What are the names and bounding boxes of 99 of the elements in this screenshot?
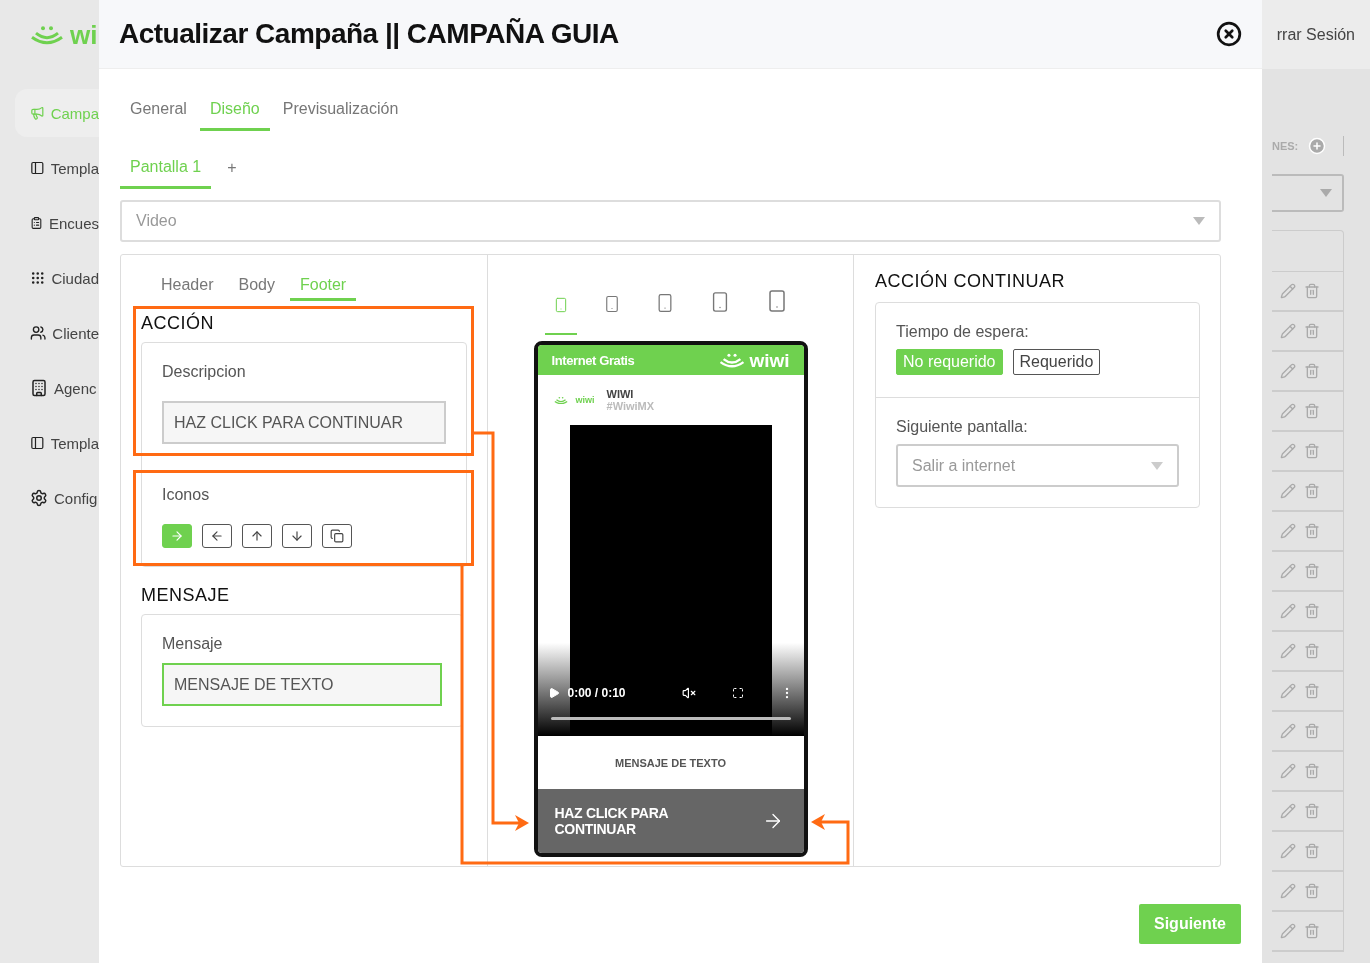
fullscreen-icon[interactable] bbox=[731, 687, 744, 699]
edit-icon[interactable] bbox=[1280, 443, 1296, 459]
field-label: Siguiente pantalla: bbox=[896, 418, 1029, 436]
delete-icon[interactable] bbox=[1304, 883, 1320, 899]
sidebar-item[interactable]: Templa bbox=[15, 419, 99, 467]
delete-icon[interactable] bbox=[1304, 483, 1320, 499]
sidebar-item[interactable]: Config bbox=[15, 474, 99, 522]
tab[interactable]: General bbox=[120, 89, 197, 131]
logout-link[interactable]: rrar Sesión bbox=[1276, 25, 1355, 44]
video-time: 0:00 / 0:10 bbox=[567, 686, 627, 700]
copy-icon bbox=[330, 529, 344, 543]
delete-icon[interactable] bbox=[1304, 843, 1320, 859]
brand-name: WIWI bbox=[606, 388, 635, 400]
description-field[interactable]: HAZ CLICK PARA CONTINUAR bbox=[162, 401, 446, 444]
caret-icon bbox=[1151, 461, 1163, 470]
icon-option[interactable] bbox=[242, 524, 272, 548]
sidebar-item[interactable]: Cliente bbox=[15, 309, 99, 357]
section-heading: ACCIÓN CONTINUAR bbox=[875, 271, 1066, 292]
next-screen-select[interactable]: Salir a internet bbox=[896, 444, 1179, 487]
section-tab[interactable]: Body bbox=[228, 271, 285, 301]
field-label: Tiempo de espera: bbox=[896, 323, 1030, 341]
caret-icon bbox=[1320, 189, 1332, 197]
field-label: Descripcion bbox=[162, 363, 247, 381]
section-tab[interactable]: Header bbox=[151, 271, 224, 301]
delete-icon[interactable] bbox=[1304, 803, 1320, 819]
edit-icon[interactable] bbox=[1280, 403, 1296, 419]
icon-option[interactable] bbox=[202, 524, 232, 548]
sidebar-item[interactable]: Agenc bbox=[15, 364, 99, 412]
brand-tag: #WiwiMX bbox=[606, 400, 655, 412]
caret-icon bbox=[1193, 217, 1205, 225]
edit-icon[interactable] bbox=[1280, 923, 1296, 939]
panel-icon bbox=[30, 434, 45, 452]
edit-icon[interactable] bbox=[1280, 803, 1296, 819]
delete-icon[interactable] bbox=[1304, 723, 1320, 739]
sidebar-item[interactable]: Ciudad bbox=[15, 254, 99, 302]
megaphone-icon bbox=[30, 104, 45, 122]
filter-dropdown[interactable] bbox=[1272, 174, 1344, 212]
mute-icon[interactable] bbox=[681, 686, 696, 700]
field-label: Mensaje bbox=[162, 635, 224, 653]
edit-icon[interactable] bbox=[1280, 683, 1296, 699]
delete-icon[interactable] bbox=[1304, 283, 1320, 299]
delete-icon[interactable] bbox=[1304, 643, 1320, 659]
wait-option[interactable]: Requerido bbox=[1012, 349, 1101, 375]
close-icon[interactable] bbox=[1216, 21, 1242, 47]
arrow-down-icon bbox=[290, 529, 304, 543]
add-icon[interactable] bbox=[1308, 137, 1327, 155]
settings-icon bbox=[30, 489, 48, 507]
delete-icon[interactable] bbox=[1304, 523, 1320, 539]
delete-icon[interactable] bbox=[1304, 443, 1320, 459]
building-icon bbox=[30, 379, 48, 397]
type-select[interactable]: Video bbox=[120, 200, 1221, 242]
edit-icon[interactable] bbox=[1280, 363, 1296, 379]
add-screen-tab[interactable]: + bbox=[217, 147, 247, 189]
logo-icon bbox=[30, 24, 64, 45]
edit-icon[interactable] bbox=[1280, 603, 1296, 619]
field-label: Iconos bbox=[162, 486, 211, 504]
arrow-up-icon bbox=[250, 529, 264, 543]
logo-text: wiwi bbox=[575, 395, 595, 405]
icon-option[interactable] bbox=[282, 524, 312, 548]
logo-text: wiwi bbox=[749, 350, 790, 370]
modal-title: Actualizar Campaña || CAMPAÑA GUIA bbox=[119, 18, 620, 50]
icon-option[interactable] bbox=[322, 524, 352, 548]
delete-icon[interactable] bbox=[1304, 363, 1320, 379]
message-field[interactable]: MENSAJE DE TEXTO bbox=[162, 663, 442, 706]
list-label: NES: bbox=[1272, 140, 1299, 152]
panel-icon bbox=[30, 159, 45, 177]
section-heading: ACCIÓN bbox=[141, 313, 215, 334]
continue-button[interactable]: HAZ CLICK PARA CONTINUAR bbox=[537, 789, 804, 853]
edit-icon[interactable] bbox=[1280, 483, 1296, 499]
edit-icon[interactable] bbox=[1280, 283, 1296, 299]
edit-icon[interactable] bbox=[1280, 723, 1296, 739]
dots-grid-icon bbox=[30, 269, 46, 287]
edit-icon[interactable] bbox=[1280, 843, 1296, 859]
progress-track[interactable] bbox=[550, 717, 791, 720]
clipboard-icon bbox=[30, 214, 43, 232]
edit-icon[interactable] bbox=[1280, 883, 1296, 899]
users-icon bbox=[30, 324, 47, 342]
edit-icon[interactable] bbox=[1280, 323, 1296, 339]
delete-icon[interactable] bbox=[1304, 683, 1320, 699]
delete-icon[interactable] bbox=[1304, 563, 1320, 579]
tab[interactable]: Previsualización bbox=[272, 89, 409, 131]
delete-icon[interactable] bbox=[1304, 923, 1320, 939]
sidebar-item[interactable]: Templa bbox=[15, 144, 99, 192]
section-heading: MENSAJE bbox=[141, 585, 231, 606]
sidebar-item[interactable]: Encues bbox=[15, 199, 99, 247]
edit-icon[interactable] bbox=[1280, 763, 1296, 779]
play-icon[interactable] bbox=[547, 687, 560, 699]
preview-message: MENSAJE DE TEXTO bbox=[613, 755, 727, 771]
delete-icon[interactable] bbox=[1304, 763, 1320, 779]
delete-icon[interactable] bbox=[1304, 603, 1320, 619]
delete-icon[interactable] bbox=[1304, 323, 1320, 339]
logo-text: wi bbox=[70, 21, 98, 48]
edit-icon[interactable] bbox=[1280, 523, 1296, 539]
logo-icon bbox=[719, 352, 746, 368]
banner-text: Internet Gratis bbox=[551, 352, 635, 368]
logo-icon bbox=[553, 395, 568, 405]
edit-icon[interactable] bbox=[1280, 563, 1296, 579]
edit-icon[interactable] bbox=[1280, 643, 1296, 659]
delete-icon[interactable] bbox=[1304, 403, 1320, 419]
